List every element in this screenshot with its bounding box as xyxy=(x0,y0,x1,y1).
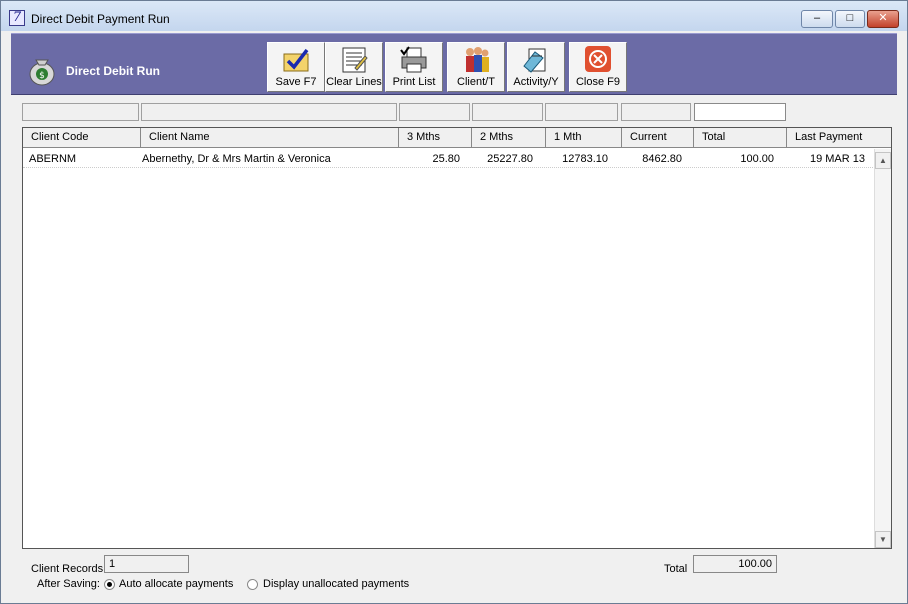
filter-1-mth[interactable] xyxy=(545,103,618,121)
auto-allocate-label[interactable]: Auto allocate payments xyxy=(119,578,233,590)
filter-total[interactable] xyxy=(694,103,786,121)
display-unallocated-label[interactable]: Display unallocated payments xyxy=(263,578,409,590)
column-header-client-code[interactable]: Client Code xyxy=(23,128,141,148)
auto-allocate-radio[interactable] xyxy=(104,579,115,590)
column-header-3-mths[interactable]: 3 Mths xyxy=(399,128,472,148)
clear-lines-button-label: Clear Lines xyxy=(326,76,382,88)
scroll-up-arrow-icon[interactable]: ▲ xyxy=(875,152,891,169)
filter-3-mths[interactable] xyxy=(399,103,470,121)
cell-1-mth: 12783.10 xyxy=(562,153,608,165)
cell-client-code: ABERNM xyxy=(29,153,77,165)
client-button[interactable]: Client/T xyxy=(447,42,505,92)
column-header-last-payment[interactable]: Last Payment xyxy=(787,128,891,148)
clients-icon xyxy=(466,47,489,72)
client-area: $ Direct Debit Run Save F7 Clear Lines P… xyxy=(9,31,899,597)
cell-3-mths: 25.80 xyxy=(432,153,460,165)
vertical-scrollbar[interactable]: ▲ ▼ xyxy=(874,149,891,548)
title-bar: 7 Direct Debit Payment Run – □ ✕ xyxy=(1,1,907,31)
after-saving-label: After Saving: xyxy=(37,578,100,590)
cell-total: 100.00 xyxy=(740,153,774,165)
filter-2-mths[interactable] xyxy=(472,103,543,121)
clear-lines-button[interactable]: Clear Lines xyxy=(325,42,383,92)
table-header: Client Code Client Name 3 Mths 2 Mths 1 … xyxy=(23,128,891,148)
filter-client-name[interactable] xyxy=(141,103,397,121)
app-icon: 7 xyxy=(9,10,25,26)
close-circle-icon xyxy=(585,46,611,72)
maximize-button[interactable]: □ xyxy=(835,10,865,28)
close-button[interactable]: Close F9 xyxy=(569,42,627,92)
client-button-label: Client/T xyxy=(457,76,495,88)
cell-last-payment: 19 MAR 13 xyxy=(809,153,865,165)
print-list-button-label: Print List xyxy=(392,76,436,88)
total-label: Total xyxy=(664,563,688,575)
close-window-button[interactable]: ✕ xyxy=(867,10,899,28)
column-header-client-name[interactable]: Client Name xyxy=(141,128,399,148)
column-header-2-mths[interactable]: 2 Mths xyxy=(472,128,546,148)
save-check-icon xyxy=(283,48,309,72)
cell-client-name: Abernethy, Dr & Mrs Martin & Veronica xyxy=(142,153,331,165)
client-table: Client Code Client Name 3 Mths 2 Mths 1 … xyxy=(22,127,892,549)
filter-client-code[interactable] xyxy=(22,103,139,121)
scroll-down-arrow-icon[interactable]: ▼ xyxy=(875,531,891,548)
toolbar-title: Direct Debit Run xyxy=(66,64,161,78)
cell-current: 8462.80 xyxy=(642,153,682,165)
close-button-label: Close F9 xyxy=(575,76,621,88)
save-button-label: Save F7 xyxy=(275,76,317,88)
clear-lines-icon xyxy=(342,47,368,73)
client-records-value: 1 xyxy=(104,555,189,573)
money-bag-icon: $ xyxy=(29,59,55,86)
column-header-total[interactable]: Total xyxy=(694,128,787,148)
cell-2-mths: 25227.80 xyxy=(487,153,533,165)
activity-button[interactable]: Activity/Y xyxy=(507,42,565,92)
column-header-1-mth[interactable]: 1 Mth xyxy=(546,128,622,148)
svg-text:$: $ xyxy=(39,71,45,81)
display-unallocated-radio[interactable] xyxy=(247,579,258,590)
client-records-label: Client Records xyxy=(31,563,104,575)
toolbar: $ Direct Debit Run Save F7 Clear Lines P… xyxy=(11,33,897,95)
table-row[interactable]: ABERNM Abernethy, Dr & Mrs Martin & Vero… xyxy=(23,150,873,168)
activity-button-label: Activity/Y xyxy=(513,76,559,88)
filter-current[interactable] xyxy=(621,103,691,121)
column-header-current[interactable]: Current xyxy=(622,128,694,148)
activity-icon xyxy=(523,48,546,73)
window-title: Direct Debit Payment Run xyxy=(31,12,170,26)
window: 7 Direct Debit Payment Run – □ ✕ $ Direc… xyxy=(0,0,908,604)
save-button[interactable]: Save F7 xyxy=(267,42,325,92)
printer-icon xyxy=(400,46,427,73)
print-list-button[interactable]: Print List xyxy=(385,42,443,92)
total-value: 100.00 xyxy=(693,555,777,573)
minimize-button[interactable]: – xyxy=(801,10,833,28)
